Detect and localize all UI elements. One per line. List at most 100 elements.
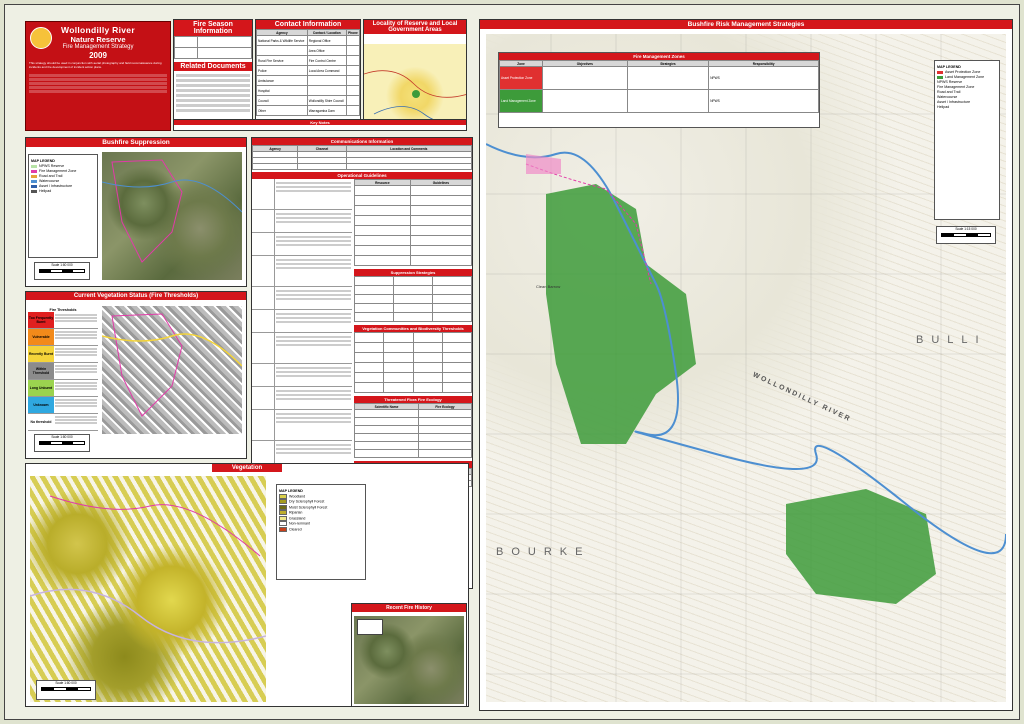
zone-responsibility: NPWS [708, 89, 819, 113]
npws-logo-icon [30, 27, 52, 49]
reserve-boundary [111, 313, 183, 417]
legend-label: Helipad [39, 189, 52, 193]
locality-panel: Locality of Reserve and Local Government… [363, 19, 467, 131]
contact-cell [306, 75, 347, 86]
operational-row-heading [252, 333, 275, 363]
threshold-row: Long Unburnt [28, 380, 98, 397]
suppression-map [101, 152, 243, 280]
contact-row: Rural Fire Service Fire Control Centre [256, 55, 360, 66]
table-cell [353, 342, 385, 353]
vegetation-map [29, 476, 267, 702]
suppression-map-svg [101, 159, 243, 263]
threshold-class-label: Vulnerable [28, 329, 54, 345]
operational-row-heading [252, 441, 275, 463]
recent-fire-panel: Recent Fire History [351, 603, 467, 707]
threshold-row: Vulnerable [28, 329, 98, 346]
threshold-class-label: No threshold [28, 414, 54, 430]
legend-swatch [31, 174, 37, 178]
intro-text: This strategy should be used in conjunct… [29, 61, 162, 69]
risk-map-svg [486, 34, 1006, 702]
scale-bar [41, 687, 91, 691]
veg-legend-label: Woodland [289, 494, 306, 499]
contact-cell: Regional Office [306, 35, 347, 46]
contact-cell [345, 55, 360, 66]
scale-bar-threshold: Scale 1:80 000 [34, 434, 90, 452]
operational-row [252, 310, 352, 333]
table-cell [441, 372, 472, 383]
vegetation-map-svg [29, 495, 267, 644]
legend-swatch [31, 164, 37, 168]
legend-swatch [31, 189, 37, 193]
legend-item: Helipad [31, 189, 95, 194]
table-cell [383, 362, 414, 373]
map-label-bulli: BULLI [916, 334, 987, 346]
table-cell [354, 215, 411, 226]
current-veg-title: Current Vegetation Status (Fire Threshol… [26, 292, 246, 300]
table-cell [354, 235, 411, 246]
table-cell [412, 372, 443, 383]
operational-row-heading [252, 310, 275, 332]
threatened-flora-title: Threatened Flora Fire Ecology [354, 396, 472, 403]
contact-cell [345, 65, 360, 76]
contact-cell [345, 35, 360, 46]
table-cell [354, 425, 419, 434]
veg-legend-label: Dry Sclerophyll Forest [289, 499, 325, 504]
table-row [353, 332, 472, 343]
table-cell [409, 215, 472, 226]
map-sheet: Wollondilly River Nature Reserve Fire Ma… [4, 4, 1020, 720]
table-row [354, 185, 472, 196]
table-cell [409, 245, 472, 256]
table-cell [418, 417, 472, 426]
land-management-zone-north [546, 184, 696, 444]
scale-bar-vegetation: Scale 1:80 000 [36, 680, 96, 700]
veg-communities-title: Vegetation Communities and Biodiversity … [354, 325, 472, 332]
threshold-description [54, 363, 98, 379]
operational-row-heading [252, 179, 275, 209]
legend-label: Asset / Infrastructure [39, 184, 73, 188]
veg-legend-label: Moist Sclerophyll Forest [289, 505, 328, 510]
scale-bar [941, 233, 991, 237]
operational-row [252, 333, 352, 364]
bushfire-suppression-title: Bushfire Suppression [26, 138, 246, 147]
table-cell [354, 417, 419, 426]
operational-row [252, 364, 352, 387]
fire-season-title: Fire Season Information [174, 20, 252, 36]
operational-title: Operational Guidelines [252, 172, 472, 179]
table-cell [441, 342, 472, 353]
threshold-row: Within Threshold [28, 363, 98, 380]
risk-map: Fire Management Zones Zone Objectives St… [486, 34, 1006, 702]
suppression-legend-items: NPWS Reserve Fire Management Zone Road and… [31, 164, 95, 194]
scale-label: Scale 1:80 000 [55, 681, 77, 685]
legend-swatch [31, 169, 37, 173]
recent-fire-title: Recent Fire History [352, 604, 466, 612]
operational-row [252, 233, 352, 256]
table-cell [353, 332, 385, 343]
table-cell [432, 285, 472, 295]
fire-threshold-legend: Fire Thresholds Too Frequently Burnt Vuln… [28, 306, 98, 431]
veg-communities-table [353, 332, 472, 393]
fire-season-table [174, 36, 252, 59]
risk-legend-swatch [937, 70, 943, 74]
table-cell [412, 362, 443, 373]
table-row [353, 352, 472, 363]
contact-table: Agency Contact / Location Phone National… [256, 29, 360, 116]
table-row [354, 449, 472, 458]
zone-strategies [626, 89, 710, 113]
table-cell [354, 303, 394, 313]
operational-row [252, 256, 352, 287]
contact-row: Hospital [256, 85, 360, 96]
contact-cell [345, 75, 360, 86]
veg-legend-swatch [279, 499, 287, 505]
operational-row-heading [252, 210, 275, 232]
legend-swatch [31, 184, 37, 188]
veg-legend-swatch [279, 515, 287, 521]
zones-table: Zone Objectives Strategies Responsibilit… [499, 60, 819, 113]
current-veg-panel: Current Vegetation Status (Fire Threshol… [25, 291, 247, 459]
scale-label: Scale 1:80 000 [51, 435, 73, 439]
table-cell [383, 332, 414, 343]
comms-title: Communications Information [252, 138, 472, 145]
contact-row: National Parks & Wildlife Service Regiona… [256, 35, 360, 46]
table-cell [418, 425, 472, 434]
table-row [354, 225, 472, 236]
table-row [354, 409, 472, 418]
